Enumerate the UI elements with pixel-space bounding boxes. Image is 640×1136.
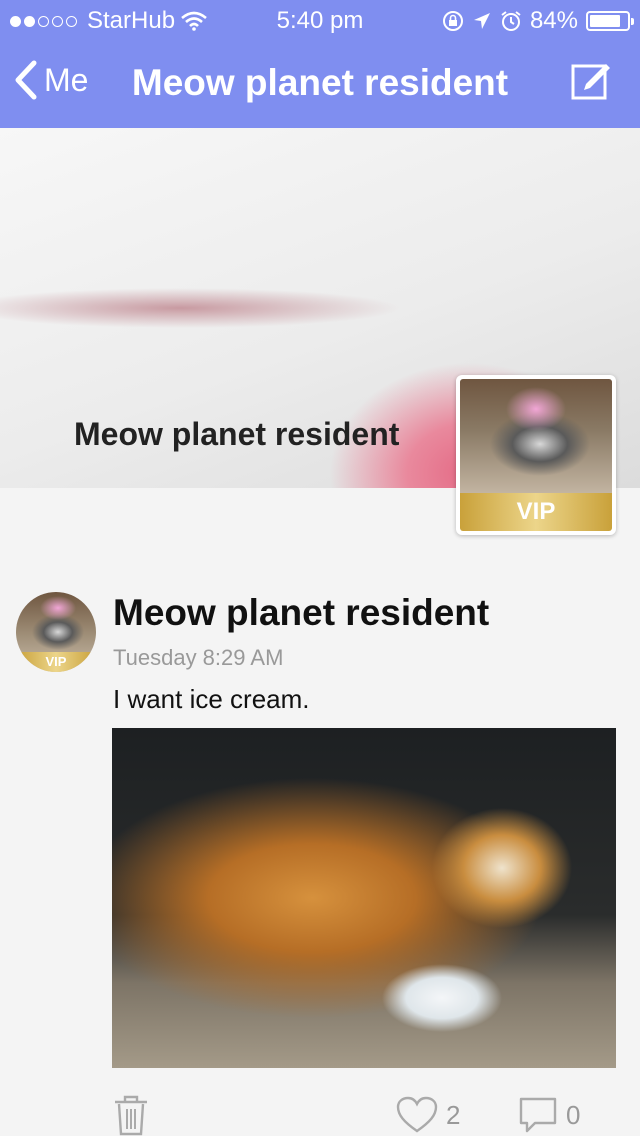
vip-badge-small: VIP <box>16 652 96 672</box>
alarm-icon <box>501 11 521 31</box>
status-bar: StarHub 5:40 pm 84% <box>0 0 640 40</box>
compose-button[interactable] <box>570 60 612 107</box>
post-text: I want ice cream. <box>113 684 310 714</box>
comment-icon <box>519 1097 557 1133</box>
status-right: 84% <box>442 7 634 35</box>
navigation-bar: Me Meow planet resident <box>0 40 640 128</box>
comment-count: 0 <box>566 1099 581 1130</box>
profile-name: Meow planet resident <box>74 416 400 452</box>
post-image[interactable] <box>112 728 616 1068</box>
avatar-image <box>460 379 612 493</box>
battery-icon <box>586 11 634 31</box>
nav-title: Meow planet resident <box>131 62 509 103</box>
post-actions: 2 0 <box>0 1090 640 1136</box>
location-icon <box>473 13 490 29</box>
trash-icon <box>115 1095 147 1136</box>
like-count: 2 <box>446 1099 461 1130</box>
heart-icon <box>396 1096 438 1133</box>
delete-button[interactable] <box>112 1094 150 1136</box>
battery-percent: 84% <box>529 7 578 34</box>
profile-avatar[interactable]: VIP <box>456 375 616 535</box>
compose-icon <box>571 64 610 100</box>
vip-badge: VIP <box>460 493 612 531</box>
comment-button[interactable]: 0 <box>518 1096 580 1134</box>
rotation-lock-icon <box>442 11 463 31</box>
post-author-name[interactable]: Meow planet resident <box>113 592 489 634</box>
post-timestamp: Tuesday 8:29 AM <box>113 645 284 670</box>
like-button[interactable]: 2 <box>396 1096 460 1134</box>
post-author-avatar[interactable]: VIP <box>16 592 96 672</box>
